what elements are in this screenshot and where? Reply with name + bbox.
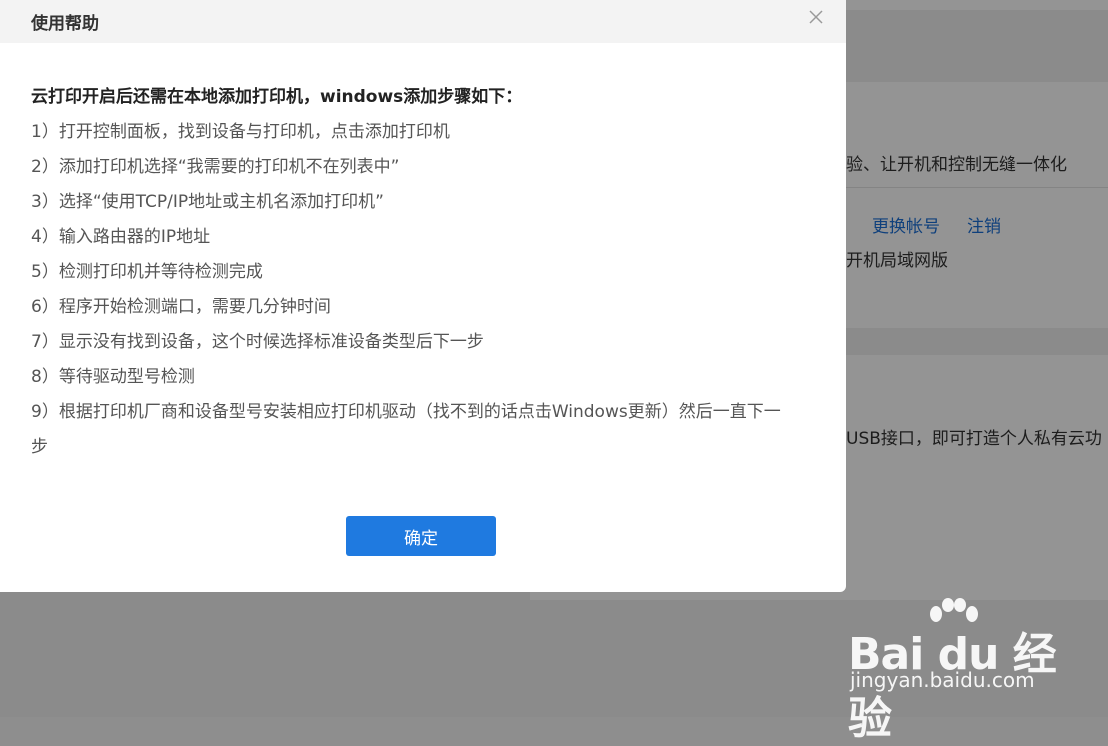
- dialog-body: 云打印开启后还需在本地添加打印机，windows添加步骤如下： 1）打开控制面板…: [31, 80, 811, 465]
- baidu-watermark: Bai du 经验 jingyan.baidu.com: [848, 598, 1078, 744]
- step-item: 2）添加打印机选择“我需要的打印机不在列表中”: [31, 157, 400, 177]
- step-item: 9）根据打印机厂商和设备型号安装相应打印机驱动（找不到的话点击Windows更新…: [31, 402, 781, 422]
- watermark-url: jingyan.baidu.com: [850, 668, 1035, 692]
- step-item: 6）程序开始检测端口，需要几分钟时间: [31, 297, 331, 317]
- step-item: 5）检测打印机并等待检测完成: [31, 262, 263, 282]
- step-item: 1）打开控制面板，找到设备与打印机，点击添加打印机: [31, 122, 450, 142]
- step-item: 7）显示没有找到设备，这个时候选择标准设备类型后下一步: [31, 332, 484, 352]
- close-icon: [809, 10, 823, 24]
- dialog-title: 使用帮助: [31, 14, 99, 34]
- step-item: 3）选择“使用TCP/IP地址或主机名添加打印机”: [31, 192, 384, 212]
- dialog-header: 使用帮助: [0, 0, 846, 43]
- help-dialog: 使用帮助 云打印开启后还需在本地添加打印机，windows添加步骤如下： 1）打…: [0, 0, 846, 592]
- confirm-button[interactable]: 确定: [346, 516, 496, 556]
- step-item-continued: 步: [31, 437, 48, 457]
- close-button[interactable]: [806, 7, 826, 27]
- step-item: 4）输入路由器的IP地址: [31, 227, 211, 247]
- dialog-intro: 云打印开启后还需在本地添加打印机，windows添加步骤如下：: [31, 87, 523, 107]
- step-item: 8）等待驱动型号检测: [31, 367, 195, 387]
